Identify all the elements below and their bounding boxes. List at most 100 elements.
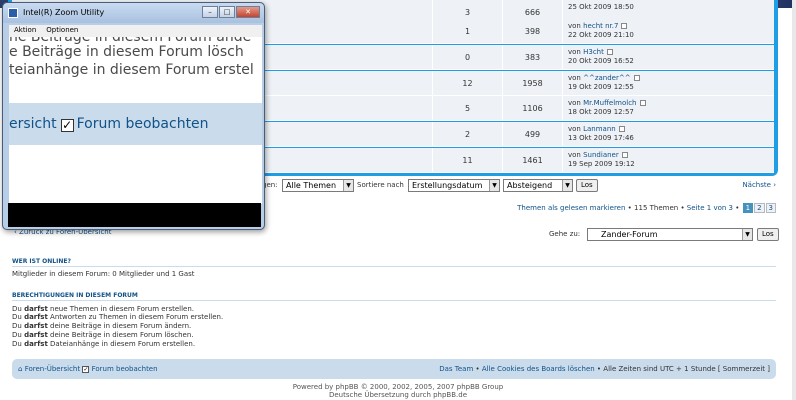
by-prefix: von [568,22,581,30]
views-count: 499 [502,122,562,147]
watch-forum-link[interactable]: Forum beobachten [92,365,158,373]
sort-label: Sortiere nach [357,181,404,189]
sort-by-value: Erstellungsdatum [412,181,483,190]
by-prefix: von [568,125,581,133]
zoom-black-area [8,203,261,227]
chevron-down-icon: ▼ [562,180,572,191]
last-post-author[interactable]: Lanmann [583,125,616,133]
by-prefix: von [568,99,581,107]
jump-go-button[interactable]: Los [757,228,779,241]
perm-post: deine Beiträge in diesem Forum löschen. [50,331,194,339]
page-3-button[interactable]: 3 [765,203,776,213]
chevron-down-icon: ▼ [489,180,499,191]
last-post: von hecht nr.7 22 Okt 2009 21:10 [562,19,774,44]
copyright-text: Powered by phpBB © 2000, 2002, 2005, 200… [292,383,504,391]
zoom-band-text: ersicht ✓ Forum beobachten [9,116,209,132]
last-post: von H3cht 20 Okt 2009 16:52 [562,45,774,70]
permissions-title: BERECHTIGUNGEN IN DIESEM FORUM [12,292,138,299]
goto-last-post-icon[interactable] [618,126,625,132]
by-prefix: von [568,74,581,82]
translation-text: Deutsche Übersetzung durch phpBB.de [328,391,468,399]
last-post-date: 18 Okt 2009 12:57 [568,108,634,116]
page-info[interactable]: Seite 1 von 3 [687,204,733,212]
show-topics-value: Alle Themen [286,181,337,190]
goto-last-post-icon[interactable] [621,23,628,29]
permission-line: Du darfst deine Beiträge in diesem Forum… [12,331,194,339]
zoom-band-right: Forum beobachten [76,116,209,132]
chevron-down-icon: ▼ [343,180,353,191]
replies-count: 2 [432,122,502,147]
perm-bold: darfst [24,331,48,339]
views-count: 383 [502,45,562,70]
bottom-navbar: ⌂ Foren-Übersicht ✓ Forum beobachten Das… [12,359,776,379]
delete-cookies-link[interactable]: Alle Cookies des Boards löschen [482,365,595,373]
page-scrollbar[interactable] [792,0,796,400]
zoom-navbar-band: ersicht ✓ Forum beobachten [9,103,262,145]
perm-post: Antworten zu Themen in diesem Forum erst… [50,313,224,321]
sort-order-select[interactable]: Absteigend ▼ [503,179,573,192]
chevron-right-icon: › [773,181,776,189]
last-post-author[interactable]: H3cht [583,48,604,56]
close-icon[interactable]: ✕ [236,6,260,18]
perm-pre: Du [12,331,22,339]
zoom-app-icon [8,8,18,18]
zoom-title-bar[interactable]: Intel(R) Zoom Utility – □ ✕ [3,3,264,23]
divider [12,266,776,267]
perm-bold: darfst [24,305,48,313]
perm-post: neue Themen in diesem Forum erstellen. [50,305,195,313]
goto-last-post-icon[interactable] [639,100,646,106]
zoom-window-title: Intel(R) Zoom Utility [23,8,105,17]
next-page-label: Nächste [742,181,771,189]
last-post-date: 20 Okt 2009 16:52 [568,57,634,65]
page-2-button[interactable]: 2 [754,203,765,213]
last-post-author[interactable]: ^^zander^^ [583,74,631,82]
goto-last-post-icon[interactable] [633,75,640,81]
sort-go-button[interactable]: Los [576,179,598,192]
mark-read-link[interactable]: Themen als gelesen markieren [517,204,625,212]
permission-line: Du darfst Antworten zu Themen in diesem … [12,313,223,321]
replies-count: 1 [432,19,502,44]
last-post: von Mr.Muffelmolch 18 Okt 2009 12:57 [562,96,774,121]
show-topics-select[interactable]: Alle Themen ▼ [282,179,354,192]
by-prefix: von [568,48,581,56]
sort-by-select[interactable]: Erstellungsdatum ▼ [408,179,500,192]
perm-pre: Du [12,305,22,313]
permission-line: Du darfst deine Beiträge in diesem Forum… [12,322,191,330]
menu-options[interactable]: Optionen [41,25,83,35]
whos-online-title: WER IST ONLINE? [12,258,71,265]
last-post-author[interactable]: Mr.Muffelmolch [583,99,636,107]
jump-forum-select[interactable]: Zander-Forum ▼ [587,228,753,241]
zoom-text-line: teianhänge in diesem Forum erstel [9,62,254,78]
next-page-link[interactable]: Nächste › [742,181,776,189]
page-1-button[interactable]: 1 [742,203,754,213]
views-count: 1106 [502,96,562,121]
zoom-utility-window[interactable]: Intel(R) Zoom Utility – □ ✕ Aktion Option… [2,2,265,230]
last-post-date: 19 Okt 2009 12:55 [568,83,634,91]
sort-order-value: Absteigend [507,181,553,190]
perm-post: Dateianhänge in diesem Forum erstellen. [50,340,196,348]
zoom-band-left: ersicht [9,116,57,132]
timezone-text: Alle Zeiten sind UTC + 1 Stunde [ Sommer… [603,365,770,373]
perm-post: deine Beiträge in diesem Forum ändern. [50,322,192,330]
pagination: Themen als gelesen markieren • 115 Theme… [517,203,776,213]
last-post-author[interactable]: hecht nr.7 [583,22,618,30]
goto-last-post-icon[interactable] [606,49,613,55]
zoom-text-line: e Beiträge in diesem Forum lösch [9,44,244,60]
watch-checkbox[interactable]: ✓ [82,365,90,373]
team-link[interactable]: Das Team [439,365,473,373]
zoom-menu-bar: Aktion Optionen [9,25,262,37]
forum-index-link[interactable]: Foren-Übersicht [25,365,80,373]
perm-pre: Du [12,313,22,321]
jump-label: Gehe zu: [549,230,581,238]
replies-count: 12 [432,71,502,96]
last-post-author[interactable]: Sundianer [583,151,619,159]
maximize-icon[interactable]: □ [219,6,235,18]
menu-action[interactable]: Aktion [9,25,41,35]
last-post-date: 13 Okt 2009 17:46 [568,134,634,142]
perm-bold: darfst [24,340,48,348]
divider [12,300,776,301]
goto-last-post-icon[interactable] [621,152,628,158]
last-post-date: 25 Okt 2009 18:50 [568,3,634,11]
by-prefix: von [568,151,581,159]
minimize-icon[interactable]: – [202,6,218,18]
